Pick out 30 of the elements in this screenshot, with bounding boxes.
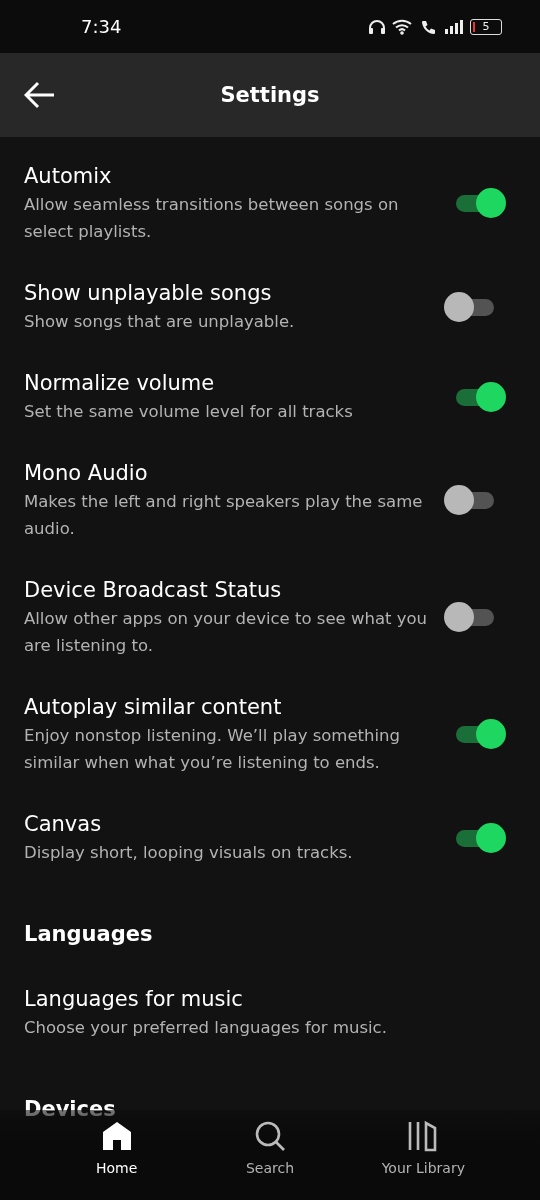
setting-title: Automix	[24, 163, 113, 190]
nav-tab[interactable]: Search	[210, 1110, 330, 1200]
setting-title: Mono Audio	[24, 460, 149, 487]
setting-title: Show unplayable songs	[24, 280, 273, 307]
setting-title[interactable]: Languages for music	[24, 984, 434, 1014]
signal-icon	[444, 18, 464, 35]
section-heading: Languages	[24, 921, 154, 948]
setting-description: Show songs that are unplayable.	[24, 311, 296, 333]
nav-tab[interactable]: Your Library	[363, 1110, 484, 1200]
setting-title: Autoplay similar content	[24, 694, 283, 721]
setting-title: Device Broadcast Status	[24, 577, 283, 604]
page-title: Settings	[219, 83, 321, 107]
battery-icon: 5	[470, 18, 502, 35]
setting-title: Normalize volume	[24, 370, 216, 397]
section-heading: Devices	[24, 1096, 117, 1123]
setting-description: Enjoy nonstop listening. We’ll play something similar when what you’re listening to ends.	[24, 725, 401, 774]
back-arrow-icon[interactable]	[24, 81, 56, 109]
call-icon	[420, 18, 438, 35]
setting-title: Canvas	[24, 811, 103, 838]
setting-description: Choose your preferred languages for music.	[24, 1017, 388, 1039]
setting-description: Makes the left and right speakers play the same audio.	[24, 491, 424, 540]
search-icon	[254, 1120, 286, 1152]
headphones-icon	[368, 18, 386, 35]
setting-description: Allow other apps on your device to see what you are listening to.	[24, 608, 429, 657]
home-icon	[100, 1120, 133, 1152]
clock: 7:34	[81, 16, 122, 37]
setting-description: Allow seamless transitions between songs on select playlists.	[24, 194, 400, 243]
wifi-icon	[392, 18, 414, 35]
setting-description: Display short, looping visuals on tracks.	[24, 842, 354, 864]
setting-description: Set the same volume level for all tracks	[24, 401, 354, 423]
